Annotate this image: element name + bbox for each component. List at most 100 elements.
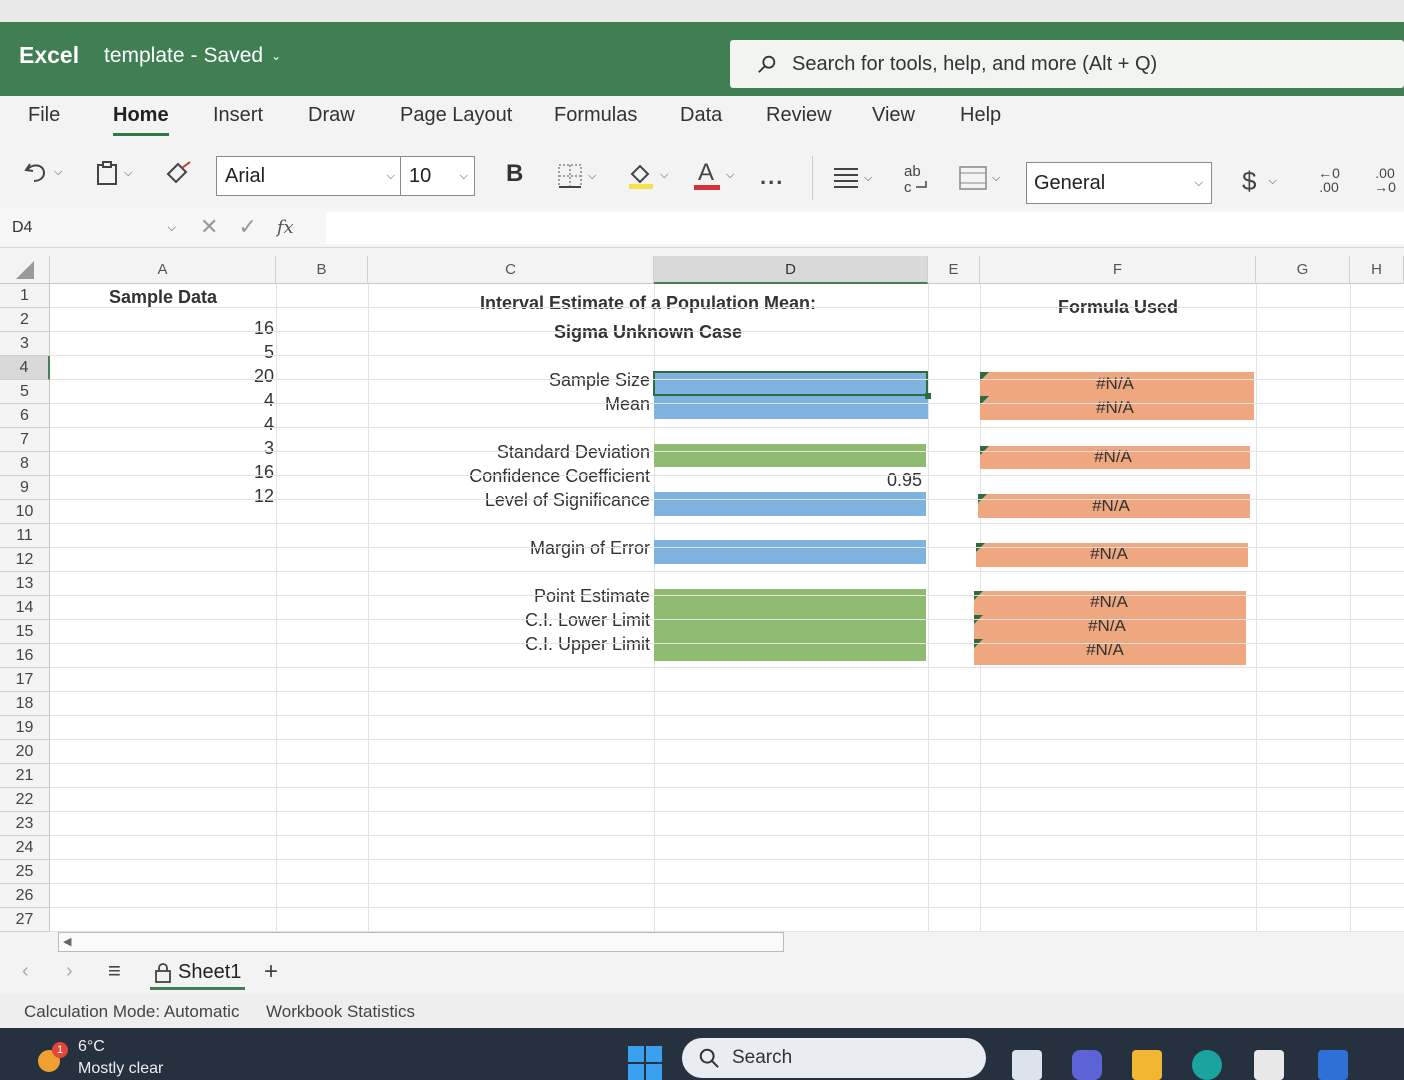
row-header[interactable]: 2 <box>0 308 50 332</box>
app-name[interactable]: Excel <box>19 42 79 69</box>
column-header-a[interactable]: A <box>50 256 276 284</box>
tab-data[interactable]: Data <box>680 104 722 127</box>
cell-a6[interactable]: 4 <box>160 414 274 435</box>
column-header-d[interactable]: D <box>654 256 928 284</box>
tab-formulas[interactable]: Formulas <box>554 104 637 127</box>
file-explorer-icon[interactable] <box>1132 1050 1162 1080</box>
row-header[interactable]: 8 <box>0 452 50 476</box>
row-header[interactable]: 12 <box>0 548 50 572</box>
select-all-button[interactable] <box>0 256 50 284</box>
row-header[interactable]: 6 <box>0 404 50 428</box>
result-sample-size[interactable]: #N/A <box>980 374 1250 394</box>
cell-a3[interactable]: 5 <box>160 342 274 363</box>
windows-start-icon[interactable] <box>628 1046 662 1080</box>
tab-home[interactable]: Home <box>113 104 169 136</box>
cell-c2[interactable]: Sigma Unknown Case <box>370 322 926 343</box>
bold-button[interactable]: B <box>506 160 523 188</box>
cell-a8[interactable]: 16 <box>160 462 274 483</box>
next-sheet-icon[interactable]: › <box>66 960 73 983</box>
sheet-tab-sheet1[interactable]: Sheet1 <box>150 958 246 990</box>
row-header[interactable]: 18 <box>0 692 50 716</box>
search-box[interactable]: Search for tools, help, and more (Alt + … <box>730 40 1404 88</box>
undo-button[interactable]: ⌵ <box>22 158 62 186</box>
cell-a5[interactable]: 4 <box>160 390 274 411</box>
prev-sheet-icon[interactable]: ‹ <box>22 960 29 983</box>
column-header-c[interactable]: C <box>368 256 654 284</box>
estimate-cells[interactable] <box>654 589 926 661</box>
document-title[interactable]: template - Saved ⌄ <box>104 44 281 68</box>
label-mean[interactable]: Mean <box>370 394 650 415</box>
cell-a9[interactable]: 12 <box>160 486 274 507</box>
row-header[interactable]: 13 <box>0 572 50 596</box>
row-header[interactable]: 19 <box>0 716 50 740</box>
row-header[interactable]: 16 <box>0 644 50 668</box>
workbook-statistics[interactable]: Workbook Statistics <box>266 1002 415 1022</box>
borders-button[interactable]: ⌵ <box>556 162 596 190</box>
row-header[interactable]: 23 <box>0 812 50 836</box>
name-box[interactable]: D4 ⌵ <box>6 212 184 244</box>
label-std-dev[interactable]: Standard Deviation <box>370 442 650 463</box>
row-header[interactable]: 14 <box>0 596 50 620</box>
column-header-f[interactable]: F <box>980 256 1256 284</box>
row-header[interactable]: 10 <box>0 500 50 524</box>
row-header[interactable]: 11 <box>0 524 50 548</box>
scroll-left-icon[interactable]: ◀ <box>63 935 71 948</box>
cancel-icon[interactable]: ✕ <box>200 214 218 240</box>
label-margin[interactable]: Margin of Error <box>370 538 650 559</box>
confirm-icon[interactable]: ✓ <box>238 214 256 240</box>
row-header[interactable]: 17 <box>0 668 50 692</box>
tab-view[interactable]: View <box>872 104 915 127</box>
row-header[interactable]: 24 <box>0 836 50 860</box>
row-header[interactable]: 3 <box>0 332 50 356</box>
label-sample-size[interactable]: Sample Size <box>370 370 650 391</box>
weather-widget[interactable]: 1 6°C Mostly clear <box>36 1036 163 1080</box>
cell-a2[interactable]: 16 <box>160 318 274 339</box>
app-icon[interactable] <box>1318 1050 1348 1080</box>
row-header[interactable]: 22 <box>0 788 50 812</box>
tab-draw[interactable]: Draw <box>308 104 355 127</box>
task-view-icon[interactable] <box>1012 1050 1042 1080</box>
column-header-b[interactable]: B <box>276 256 368 284</box>
result-std-dev[interactable]: #N/A <box>978 447 1248 467</box>
row-header[interactable]: 4 <box>0 356 50 380</box>
row-header[interactable]: 15 <box>0 620 50 644</box>
fill-color-button[interactable]: ⌵ <box>626 160 668 190</box>
column-header-h[interactable]: H <box>1350 256 1404 284</box>
row-header[interactable]: 26 <box>0 884 50 908</box>
add-sheet-button[interactable]: + <box>264 958 278 986</box>
tab-help[interactable]: Help <box>960 104 1001 127</box>
decrease-decimal-button[interactable]: .00 →0 <box>1368 166 1402 194</box>
format-painter-button[interactable] <box>164 160 192 186</box>
column-header-g[interactable]: G <box>1256 256 1350 284</box>
row-header[interactable]: 25 <box>0 860 50 884</box>
label-upper[interactable]: C.I. Upper Limit <box>370 634 650 655</box>
font-name-select[interactable]: Arial ⌵ <box>216 156 402 196</box>
margin-cell[interactable] <box>654 540 926 564</box>
cell-c1[interactable]: Interval Estimate of a Population Mean: <box>370 293 926 314</box>
insert-function-button[interactable]: fx <box>277 217 294 238</box>
cell-a7[interactable]: 3 <box>160 438 274 459</box>
store-icon[interactable] <box>1254 1050 1284 1080</box>
row-header[interactable]: 7 <box>0 428 50 452</box>
tab-insert[interactable]: Insert <box>213 104 263 127</box>
more-options-button[interactable]: ... <box>760 164 784 190</box>
wrap-text-button[interactable]: ab c <box>902 162 930 194</box>
all-sheets-icon[interactable]: ≡ <box>108 958 121 984</box>
tab-file[interactable]: File <box>28 104 60 127</box>
cell-a4[interactable]: 20 <box>160 366 274 387</box>
column-header-e[interactable]: E <box>928 256 980 284</box>
edge-icon[interactable] <box>1192 1050 1222 1080</box>
row-header[interactable]: 1 <box>0 284 50 308</box>
row-header[interactable]: 9 <box>0 476 50 500</box>
row-header[interactable]: 21 <box>0 764 50 788</box>
label-point-est[interactable]: Point Estimate <box>370 586 650 607</box>
merge-button[interactable]: ⌵ <box>958 164 1000 192</box>
horizontal-scrollbar[interactable]: ◀ <box>58 932 784 952</box>
row-header[interactable]: 27 <box>0 908 50 932</box>
active-cell-d4[interactable] <box>653 371 928 396</box>
fill-handle[interactable] <box>925 393 931 399</box>
row-header[interactable]: 20 <box>0 740 50 764</box>
label-signif[interactable]: Level of Significance <box>370 490 650 511</box>
increase-decimal-button[interactable]: ←0 .00 <box>1312 166 1346 194</box>
number-format-select[interactable]: General ⌵ <box>1026 162 1212 204</box>
